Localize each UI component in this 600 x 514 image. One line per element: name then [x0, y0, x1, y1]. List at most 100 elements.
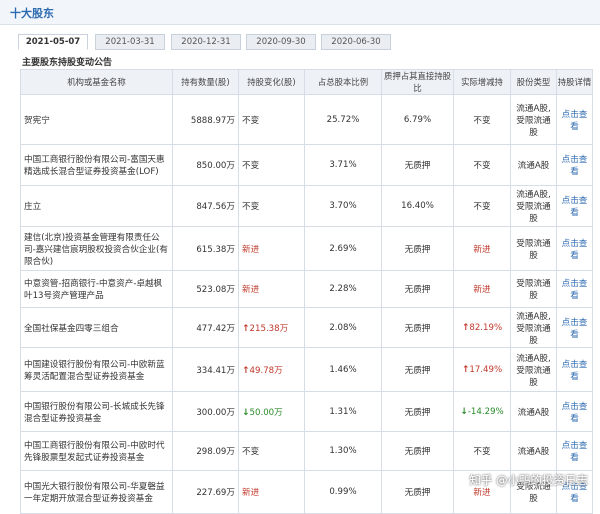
holder-share-type: 流通A股,受限流通股 [511, 308, 557, 348]
tab-2020-06-30[interactable]: 2020-06-30 [321, 34, 391, 50]
watermark: 知乎 @小鸭的投资日志 [469, 472, 588, 488]
change-value: 215.38万 [250, 324, 289, 334]
tab-2020-09-30[interactable]: 2020-09-30 [246, 34, 316, 50]
arrow-up-icon: ↑ [242, 366, 250, 376]
tab-2021-03-31[interactable]: 2021-03-31 [95, 34, 165, 50]
holder-ratio: 1.46% [305, 348, 382, 392]
holder-detail-cell: 点击查看 [557, 227, 593, 271]
table-subtitle: 主要股东持股变动公告 [22, 55, 112, 68]
actual-value: 新进 [473, 285, 490, 295]
section-title: 十大股东 [10, 5, 54, 21]
tab-2021-05-07[interactable]: 2021-05-07 [18, 34, 88, 50]
table-row: 中意资管-招商银行-中意资产-卓越枫叶13号资产管理产品523.08万新进2.2… [21, 271, 593, 308]
holder-shares: 227.69万 [173, 471, 239, 514]
actual-value: 不变 [473, 161, 490, 171]
col-header-detail: 持股详情 [557, 70, 593, 95]
holder-detail-cell: 点击查看 [557, 186, 593, 227]
holder-shares: 850.00万 [173, 145, 239, 186]
holder-share-type: 流通A股,受限流通股 [511, 95, 557, 145]
holder-actual: 不变 [454, 186, 511, 227]
holder-detail-cell: 点击查看 [557, 348, 593, 392]
holder-shares: 847.56万 [173, 186, 239, 227]
col-header-name: 机构或基金名称 [21, 70, 173, 95]
holder-pledge: 无质押 [382, 227, 454, 271]
view-detail-link[interactable]: 点击查看 [562, 318, 588, 340]
view-detail-link[interactable]: 点击查看 [562, 441, 588, 463]
actual-value: 新进 [473, 488, 490, 498]
table-row: 中国银行股份有限公司-长城成长先锋混合型证券投资基金300.00万↓50.00万… [21, 392, 593, 432]
holder-change: ↓50.00万 [239, 392, 305, 432]
holder-change: 不变 [239, 432, 305, 471]
holder-change: 新进 [239, 227, 305, 271]
holder-change: ↑49.78万 [239, 348, 305, 392]
holder-change: 不变 [239, 95, 305, 145]
change-value: 不变 [242, 202, 259, 212]
change-value: 不变 [242, 116, 259, 126]
holder-detail-cell: 点击查看 [557, 392, 593, 432]
holder-shares: 5888.97万 [173, 95, 239, 145]
actual-value: 不变 [473, 447, 490, 457]
holder-shares: 615.38万 [173, 227, 239, 271]
holder-name: 中国工商银行股份有限公司-富国天惠精选成长混合型证券投资基金(LOF) [21, 145, 173, 186]
table-header-row: 机构或基金名称 持有数量(股) 持股变化(股) 占总股本比例 质押占其直接持股比… [21, 70, 593, 95]
holder-share-type: 流通A股,受限流通股 [511, 348, 557, 392]
holder-ratio: 1.31% [305, 392, 382, 432]
holder-pledge: 无质押 [382, 271, 454, 308]
actual-value: 不变 [473, 116, 490, 126]
view-detail-link[interactable]: 点击查看 [562, 196, 588, 218]
holder-ratio: 2.08% [305, 308, 382, 348]
holder-ratio: 3.70% [305, 186, 382, 227]
holder-name: 中国建设银行股份有限公司-中欧新蓝筹灵活配置混合型证券投资基金 [21, 348, 173, 392]
holder-shares: 523.08万 [173, 271, 239, 308]
tab-2020-12-31[interactable]: 2020-12-31 [171, 34, 241, 50]
change-value: 不变 [242, 447, 259, 457]
holder-ratio: 2.69% [305, 227, 382, 271]
holder-share-type: 受限流通股 [511, 271, 557, 308]
holder-name: 中国工商银行股份有限公司-中欧时代先锋股票型发起式证券投资基金 [21, 432, 173, 471]
section-header: 十大股东 [0, 0, 600, 25]
holder-ratio: 0.99% [305, 471, 382, 514]
holder-detail-cell: 点击查看 [557, 145, 593, 186]
holder-pledge: 无质押 [382, 145, 454, 186]
holder-actual: 新进 [454, 271, 511, 308]
view-detail-link[interactable]: 点击查看 [562, 110, 588, 132]
holder-change: ↑215.38万 [239, 308, 305, 348]
arrow-down-icon: ↓ [242, 408, 250, 418]
holder-detail-cell: 点击查看 [557, 271, 593, 308]
holder-shares: 477.42万 [173, 308, 239, 348]
holder-name: 中国银行股份有限公司-长城成长先锋混合型证券投资基金 [21, 392, 173, 432]
top-ten-holders-table: 机构或基金名称 持有数量(股) 持股变化(股) 占总股本比例 质押占其直接持股比… [20, 69, 593, 514]
holder-detail-cell: 点击查看 [557, 95, 593, 145]
table-row: 中国建设银行股份有限公司-中欧新蓝筹灵活配置混合型证券投资基金334.41万↑4… [21, 348, 593, 392]
holder-ratio: 1.30% [305, 432, 382, 471]
change-value: 新进 [242, 245, 259, 255]
view-detail-link[interactable]: 点击查看 [562, 155, 588, 177]
table-row: 贺宪宁5888.97万不变25.72%6.79%不变流通A股,受限流通股点击查看 [21, 95, 593, 145]
view-detail-link[interactable]: 点击查看 [562, 402, 588, 424]
holder-shares: 298.09万 [173, 432, 239, 471]
view-detail-link[interactable]: 点击查看 [562, 239, 588, 261]
holder-name: 建信(北京)投资基金管理有限责任公司-嘉兴建信宸玥股权投资合伙企业(有限合伙) [21, 227, 173, 271]
table-row: 全国社保基金四零三组合477.42万↑215.38万2.08%无质押↑82.19… [21, 308, 593, 348]
holder-change: 不变 [239, 145, 305, 186]
view-detail-link[interactable]: 点击查看 [562, 279, 588, 301]
holder-detail-cell: 点击查看 [557, 432, 593, 471]
actual-value: 不变 [473, 202, 490, 212]
holder-share-type: 流通A股,受限流通股 [511, 186, 557, 227]
holder-name: 全国社保基金四零三组合 [21, 308, 173, 348]
holder-ratio: 3.71% [305, 145, 382, 186]
col-header-pledge: 质押占其直接持股比 [382, 70, 454, 95]
holder-actual: 不变 [454, 95, 511, 145]
col-header-change: 持股变化(股) [239, 70, 305, 95]
holder-detail-cell: 点击查看 [557, 308, 593, 348]
change-value: 新进 [242, 488, 259, 498]
col-header-shares: 持有数量(股) [173, 70, 239, 95]
view-detail-link[interactable]: 点击查看 [562, 360, 588, 382]
holder-share-type: 流通A股 [511, 392, 557, 432]
holder-actual: ↓-14.29% [454, 392, 511, 432]
holder-actual: 不变 [454, 432, 511, 471]
holder-pledge: 无质押 [382, 471, 454, 514]
holder-share-type: 受限流通股 [511, 227, 557, 271]
table-row: 中国工商银行股份有限公司-中欧时代先锋股票型发起式证券投资基金298.09万不变… [21, 432, 593, 471]
holder-pledge: 无质押 [382, 432, 454, 471]
